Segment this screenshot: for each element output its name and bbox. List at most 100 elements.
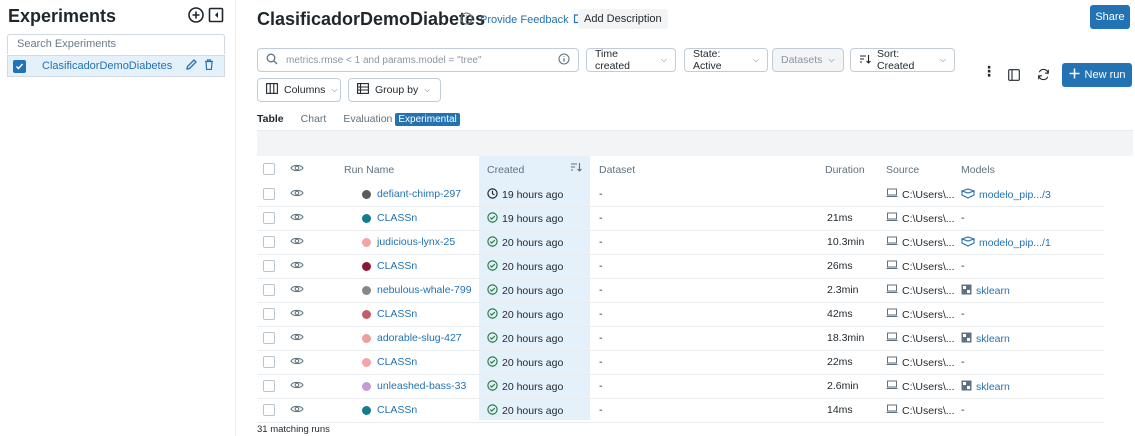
visibility-eye-icon[interactable] [290, 284, 304, 297]
table-row[interactable]: CLASSn 20 hours ago -26ms C:\Users\... - [257, 255, 1104, 279]
run-color-dot[interactable] [362, 334, 371, 343]
search-experiments-input[interactable]: Search Experiments [7, 34, 225, 54]
model-name[interactable]: sklearn [976, 333, 1010, 345]
run-name-link[interactable]: CLASSn [377, 404, 417, 416]
run-name-link[interactable]: adorable-slug-427 [377, 332, 462, 344]
run-name-link[interactable]: judicious-lynx-25 [377, 236, 455, 248]
delete-trash-icon[interactable] [204, 59, 214, 73]
table-row[interactable]: adorable-slug-427 20 hours ago - 18.3min C:\… [257, 327, 1104, 351]
columns-dropdown[interactable]: Columns ⌵ [257, 78, 341, 102]
model-name[interactable]: sklearn [976, 381, 1010, 393]
info-icon[interactable] [460, 12, 473, 28]
table-row[interactable]: CLASSn 20 hours ago -42ms C:\Users\... - [257, 303, 1104, 327]
select-all-checkbox[interactable] [263, 163, 275, 175]
run-name-link[interactable]: nebulous-whale-799 [377, 284, 472, 296]
add-description-button[interactable]: Add Description [578, 9, 668, 29]
model-name[interactable]: sklearn [976, 285, 1010, 297]
source-cell[interactable]: C:\Users\... [886, 188, 955, 201]
visibility-eye-icon[interactable] [290, 212, 304, 225]
run-color-dot[interactable] [362, 238, 371, 247]
run-name-link[interactable]: CLASSn [377, 212, 417, 224]
row-checkbox[interactable] [263, 188, 275, 200]
model-link[interactable]: modelo_pip.../3 [960, 188, 1051, 202]
collapse-sidebar-icon[interactable] [207, 6, 224, 23]
source-cell[interactable]: C:\Users\... [886, 380, 955, 393]
table-row[interactable]: CLASSn 19 hours ago -21ms C:\Users\... - [257, 207, 1104, 231]
visibility-eye-icon[interactable] [290, 308, 304, 321]
source-cell[interactable]: C:\Users\... [886, 236, 955, 249]
time-created-dropdown[interactable]: Time created ⌵ [586, 48, 676, 72]
source-cell[interactable]: C:\Users\... [886, 308, 955, 321]
state-filter-dropdown[interactable]: State: Active ⌵ [684, 48, 768, 72]
new-run-button[interactable]: New run [1062, 63, 1132, 87]
row-checkbox[interactable] [263, 404, 275, 416]
row-checkbox[interactable] [263, 380, 275, 392]
source-cell[interactable]: C:\Users\... [886, 332, 955, 345]
col-run-name[interactable]: Run Name [344, 164, 394, 176]
row-checkbox[interactable] [263, 236, 275, 248]
row-checkbox[interactable] [263, 260, 275, 272]
visibility-eye-icon[interactable] [290, 356, 304, 369]
add-experiment-icon[interactable] [187, 6, 204, 23]
run-name-link[interactable]: CLASSn [377, 308, 417, 320]
run-color-dot[interactable] [362, 358, 371, 367]
row-checkbox[interactable] [263, 212, 275, 224]
run-color-dot[interactable] [362, 406, 371, 415]
side-panel-toggle-icon[interactable] [1008, 69, 1020, 84]
run-color-dot[interactable] [362, 310, 371, 319]
run-color-dot[interactable] [362, 262, 371, 271]
col-source[interactable]: Source [886, 164, 919, 176]
run-name-link[interactable]: CLASSn [377, 356, 417, 368]
source-cell[interactable]: C:\Users\... [886, 356, 955, 369]
experiment-name[interactable]: ClasificadorDemoDiabetes [42, 60, 186, 72]
column-sort-icon[interactable] [570, 162, 582, 175]
run-name-link[interactable]: unleashed-bass-33 [377, 380, 466, 392]
sidebar-item-experiment[interactable]: ClasificadorDemoDiabetes [7, 55, 225, 77]
table-row[interactable]: CLASSn 20 hours ago -14ms C:\Users\... - [257, 399, 1104, 423]
model-name[interactable]: modelo_pip.../3 [979, 189, 1051, 201]
run-color-dot[interactable] [362, 286, 371, 295]
source-cell[interactable]: C:\Users\... [886, 284, 955, 297]
sort-dropdown[interactable]: Sort: Created ⌵ [850, 48, 955, 72]
feedback-label[interactable]: Provide Feedback [480, 14, 569, 26]
run-color-dot[interactable] [362, 190, 371, 199]
runs-search-input[interactable]: metrics.rmse < 1 and params.model = "tre… [257, 48, 579, 72]
refresh-icon[interactable] [1037, 68, 1050, 84]
col-created[interactable]: Created [487, 164, 524, 176]
datasets-dropdown[interactable]: Datasets ⌵ [772, 48, 844, 72]
model-link[interactable]: sklearn [961, 284, 1010, 298]
table-row[interactable]: unleashed-bass-33 20 hours ago - 2.6min C:\U… [257, 375, 1104, 399]
table-row[interactable]: CLASSn 20 hours ago -22ms C:\Users\... - [257, 351, 1104, 375]
experiment-checkbox[interactable] [13, 59, 26, 73]
run-name-link[interactable]: CLASSn [377, 260, 417, 272]
col-dataset[interactable]: Dataset [599, 164, 635, 176]
model-link[interactable]: sklearn [961, 332, 1010, 346]
visibility-eye-icon[interactable] [290, 404, 304, 417]
table-row[interactable]: nebulous-whale-799 20 hours ago - 2.3min C:\… [257, 279, 1104, 303]
row-checkbox[interactable] [263, 308, 275, 320]
model-link[interactable]: modelo_pip.../1 [960, 236, 1051, 250]
run-color-dot[interactable] [362, 382, 371, 391]
visibility-eye-icon[interactable] [290, 260, 304, 273]
provide-feedback-link[interactable]: Provide Feedback [480, 13, 584, 27]
visibility-eye-icon[interactable] [290, 188, 304, 201]
row-checkbox[interactable] [263, 284, 275, 296]
visibility-eye-icon[interactable] [290, 236, 304, 249]
run-color-dot[interactable] [362, 214, 371, 223]
edit-pencil-icon[interactable] [186, 59, 197, 73]
group-by-dropdown[interactable]: Group by ⌵ [348, 78, 441, 102]
col-models[interactable]: Models [961, 164, 995, 176]
col-duration[interactable]: Duration [825, 164, 865, 176]
share-button[interactable]: Share [1090, 5, 1130, 29]
visibility-eye-icon[interactable] [290, 332, 304, 345]
table-row[interactable]: judicious-lynx-25 20 hours ago - 10.3min C:\… [257, 231, 1104, 255]
more-options-icon[interactable]: ⋮ [982, 64, 996, 78]
source-cell[interactable]: C:\Users\... [886, 212, 955, 225]
row-checkbox[interactable] [263, 332, 275, 344]
model-name[interactable]: modelo_pip.../1 [979, 237, 1051, 249]
visibility-eye-icon[interactable] [290, 163, 304, 176]
table-row[interactable]: defiant-chimp-297 19 hours ago - C:\Users\.… [257, 183, 1104, 207]
source-cell[interactable]: C:\Users\... [886, 404, 955, 417]
search-help-icon[interactable] [558, 52, 570, 68]
visibility-eye-icon[interactable] [290, 380, 304, 393]
